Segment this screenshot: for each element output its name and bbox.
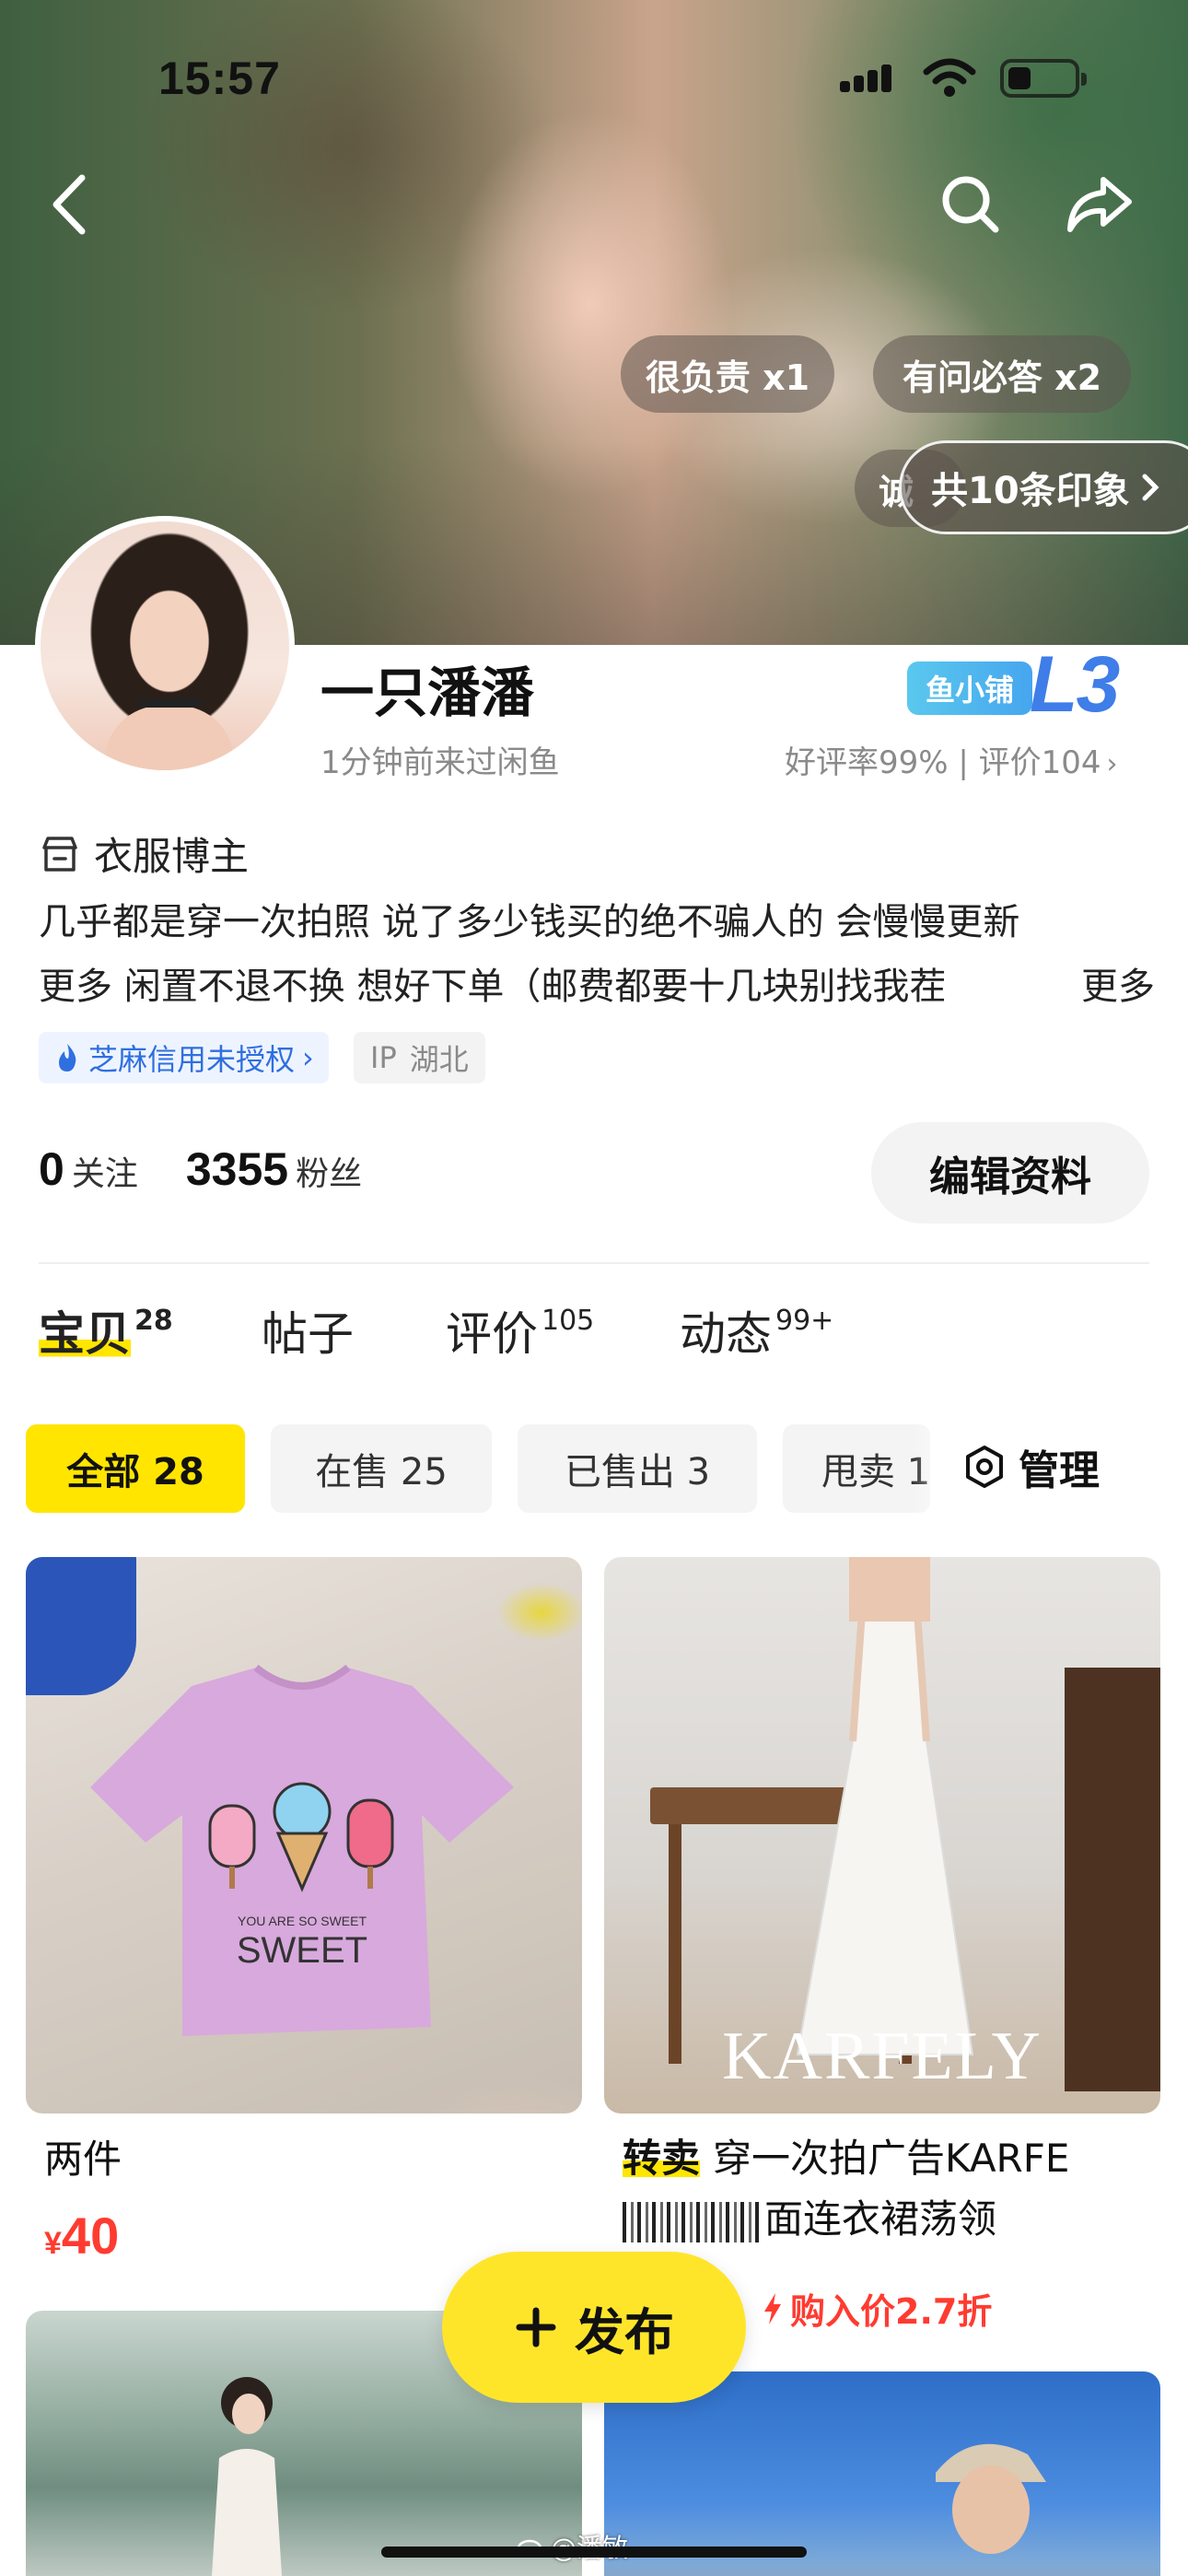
- tab-label: 动态: [680, 1307, 772, 1361]
- impression-chip[interactable]: 很负责 x1: [621, 335, 834, 413]
- price-amount: 40: [61, 2207, 120, 2265]
- tab-posts[interactable]: 帖子: [262, 1297, 354, 1364]
- all-impressions-label: 共10条印象: [931, 470, 1130, 512]
- profile-tag-label: 衣服博主: [94, 834, 250, 879]
- manage-label: 管理: [1019, 1447, 1100, 1494]
- divider: [39, 1262, 1149, 1264]
- flame-icon: [59, 1044, 76, 1071]
- tab-label: 宝贝: [39, 1307, 131, 1361]
- model-image: [936, 2443, 1046, 2554]
- search-button[interactable]: [932, 166, 1009, 243]
- profile-bio[interactable]: 几乎都是穿一次拍照 说了多少钱买的绝不骗人的 会慢慢更新 更多 闲置不退不换 想…: [39, 890, 1155, 1019]
- settings-icon: [966, 1446, 1003, 1488]
- home-indicator[interactable]: [381, 2547, 807, 2558]
- chevron-right-icon: ›: [302, 1040, 314, 1075]
- purchase-discount: 购入价2.7折: [761, 2283, 992, 2334]
- product-title-line: 面连衣裙荡领: [764, 2196, 997, 2242]
- price-currency: ¥: [44, 2226, 62, 2261]
- username: 一只潘潘: [320, 662, 535, 724]
- redacted-text: [623, 2201, 761, 2242]
- product-title-line: 穿一次拍广告KARFE: [713, 2136, 1070, 2181]
- seller-level[interactable]: L3: [1030, 639, 1120, 731]
- lightning-icon: [764, 2292, 781, 2324]
- tab-items[interactable]: 宝贝 28: [39, 1297, 173, 1364]
- product-title[interactable]: 两件: [44, 2128, 122, 2184]
- plus-icon: [516, 2307, 556, 2348]
- share-button[interactable]: [1061, 166, 1138, 243]
- chevron-left-icon: [52, 174, 86, 235]
- rating-summary[interactable]: 好评率99% | 评价104 ›: [785, 737, 1118, 782]
- tab-activity[interactable]: 动态 99+: [680, 1297, 833, 1364]
- fans-count[interactable]: 3355: [186, 1142, 288, 1196]
- following-label[interactable]: 关注: [72, 1147, 138, 1195]
- all-impressions-button[interactable]: 共10条印象: [899, 440, 1188, 534]
- bio-line: 更多 闲置不退不换 想好下单（邮费都要十几块别找我茬: [39, 966, 947, 1008]
- tab-count: 28: [134, 1305, 173, 1337]
- product-image[interactable]: [604, 2371, 1160, 2576]
- sesame-credit-chip[interactable]: 芝麻信用未授权 ›: [39, 1032, 329, 1083]
- sesame-credit-label: 芝麻信用未授权: [88, 1042, 296, 1077]
- fans-label[interactable]: 粉丝: [296, 1147, 362, 1195]
- product-image[interactable]: YOU ARE SO SWEET SWEET: [26, 1557, 582, 2113]
- last-seen-text: 1分钟前来过闲鱼: [320, 744, 560, 781]
- following-count[interactable]: 0: [39, 1142, 64, 1196]
- search-icon: [942, 176, 999, 233]
- publish-button[interactable]: 发布: [442, 2252, 746, 2403]
- tab-count: 99+: [775, 1305, 834, 1337]
- back-button[interactable]: [31, 166, 109, 243]
- chevron-right-icon: [1142, 474, 1159, 501]
- product-price: ¥40: [44, 2206, 119, 2266]
- wifi-icon: [923, 58, 976, 97]
- tab-label: 帖子: [262, 1307, 354, 1361]
- ip-prefix: IP: [370, 1040, 397, 1075]
- status-bar: 15:57: [0, 0, 1188, 138]
- dress-image: [796, 1557, 974, 2055]
- avatar[interactable]: [35, 516, 295, 776]
- rating-text: 好评率99% | 评价104: [785, 744, 1101, 781]
- filter-sold[interactable]: 已售出 3: [518, 1424, 757, 1513]
- shirt-print-text: YOU ARE SO SWEET: [238, 1914, 367, 1928]
- manage-button[interactable]: 管理: [961, 1437, 1100, 1496]
- resell-tag: 转卖: [623, 2136, 701, 2181]
- filter-all[interactable]: 全部 28: [26, 1424, 245, 1513]
- product-image[interactable]: KARFELY: [604, 1557, 1160, 2113]
- ip-location-chip: IP 湖北: [354, 1032, 485, 1083]
- cellular-signal-icon: [840, 64, 891, 92]
- scroll-fade: [912, 1419, 967, 1520]
- bio-line: 几乎都是穿一次拍照 说了多少钱买的绝不骗人的 会慢慢更新: [39, 901, 1020, 943]
- publish-label: 发布: [575, 2302, 674, 2361]
- profile-tag: 衣服博主: [39, 825, 249, 882]
- product-image-brand-text: KARFELY: [722, 2019, 1042, 2094]
- purchase-discount-text: 购入价2.7折: [790, 2291, 993, 2332]
- edit-profile-button[interactable]: 编辑资料: [871, 1122, 1149, 1224]
- tab-label: 评价: [446, 1307, 538, 1361]
- chevron-right-icon: ›: [1106, 748, 1118, 780]
- filter-clearance[interactable]: 甩卖 1: [783, 1424, 930, 1513]
- tab-reviews[interactable]: 评价 105: [446, 1297, 594, 1364]
- tab-count: 105: [542, 1305, 595, 1337]
- shop-badge[interactable]: 鱼小铺: [907, 662, 1032, 715]
- product-title[interactable]: 转卖 穿一次拍广告KARFE 面连衣裙荡领: [623, 2128, 1147, 2250]
- impression-chip[interactable]: 有问必答 x2: [873, 335, 1131, 413]
- status-time: 15:57: [158, 53, 281, 104]
- svg-text:SWEET: SWEET: [237, 1930, 367, 1971]
- shop-icon: [42, 836, 77, 872]
- bio-expand-link[interactable]: 更多: [1026, 954, 1155, 1019]
- follow-stats: 0 关注 3355 粉丝: [39, 1142, 362, 1196]
- ip-location: 湖北: [409, 1042, 469, 1077]
- filter-on-sale[interactable]: 在售 25: [271, 1424, 492, 1513]
- model-image: [212, 2377, 282, 2576]
- battery-icon: [1000, 59, 1087, 98]
- share-icon: [1067, 177, 1132, 232]
- tshirt-image: YOU ARE SO SWEET SWEET: [90, 1664, 514, 2036]
